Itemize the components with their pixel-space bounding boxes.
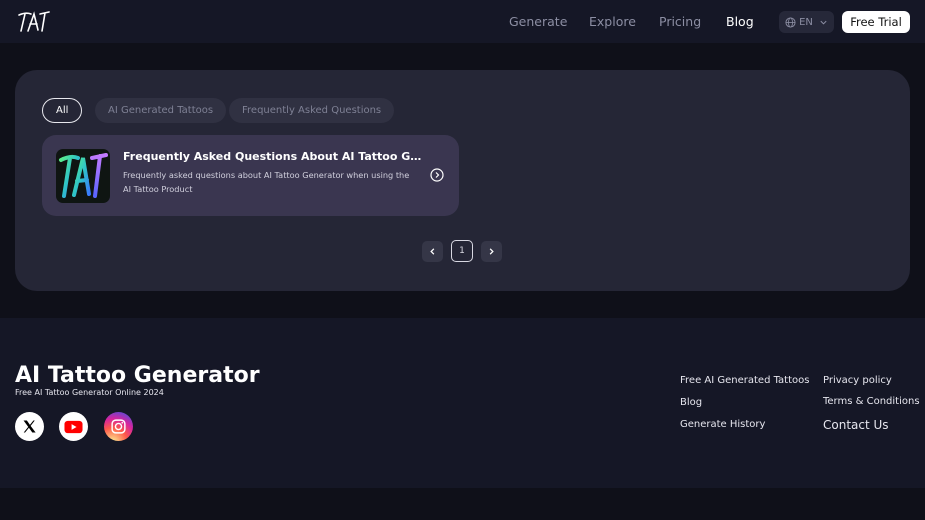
- x-social-button[interactable]: [15, 412, 44, 441]
- nav-pricing[interactable]: Pricing: [659, 14, 701, 29]
- free-trial-button[interactable]: Free Trial: [842, 11, 910, 33]
- footer-link-privacy-policy[interactable]: Privacy policy: [823, 375, 892, 386]
- footer-link-contact-us[interactable]: Contact Us: [823, 418, 889, 432]
- footer: AI Tattoo Generator Free AI Tattoo Gener…: [0, 318, 925, 488]
- footer-link-generate-history[interactable]: Generate History: [680, 419, 765, 430]
- language-label: EN: [799, 16, 813, 28]
- youtube-social-button[interactable]: [59, 412, 88, 441]
- article-card[interactable]: Frequently Asked Questions About AI Tatt…: [42, 135, 459, 216]
- tai-logo[interactable]: [16, 9, 52, 35]
- footer-brand: AI Tattoo Generator: [15, 363, 260, 388]
- chevron-right-circle-icon[interactable]: [430, 168, 444, 182]
- filter-faq[interactable]: Frequently Asked Questions: [229, 98, 395, 123]
- pagination-page-1[interactable]: 1: [451, 240, 473, 262]
- x-icon: [23, 420, 36, 433]
- chevron-down-icon: [820, 20, 827, 25]
- chevron-left-icon: [430, 248, 435, 255]
- nav-generate[interactable]: Generate: [509, 14, 567, 29]
- article-description: Frequently asked questions about AI Tatt…: [123, 170, 410, 194]
- nav-blog[interactable]: Blog: [726, 14, 754, 29]
- chevron-right-icon: [489, 248, 494, 255]
- pagination-next-button[interactable]: [481, 241, 502, 262]
- footer-link-blog[interactable]: Blog: [680, 397, 702, 408]
- instagram-social-button[interactable]: [104, 412, 133, 441]
- article-thumbnail: [56, 149, 110, 203]
- youtube-icon: [64, 420, 83, 433]
- blog-panel: All AI Generated Tattoos Frequently Aske…: [15, 70, 910, 291]
- footer-tagline: Free AI Tattoo Generator Online 2024: [15, 388, 164, 397]
- top-navbar: Generate Explore Pricing Blog EN Free Tr…: [0, 0, 925, 43]
- globe-icon: [785, 16, 796, 28]
- language-selector[interactable]: EN: [779, 11, 834, 33]
- filter-all[interactable]: All: [42, 98, 83, 123]
- footer-link-free-ai-generated-tattoos[interactable]: Free AI Generated Tattoos: [680, 375, 809, 386]
- pagination-prev-button[interactable]: [422, 241, 443, 262]
- footer-link-terms-conditions[interactable]: Terms & Conditions: [823, 396, 920, 407]
- nav-explore[interactable]: Explore: [589, 14, 636, 29]
- article-title[interactable]: Frequently Asked Questions About AI Tatt…: [123, 150, 423, 163]
- instagram-icon: [111, 419, 126, 434]
- filter-ai-generated-tattoos[interactable]: AI Generated Tattoos: [95, 98, 227, 123]
